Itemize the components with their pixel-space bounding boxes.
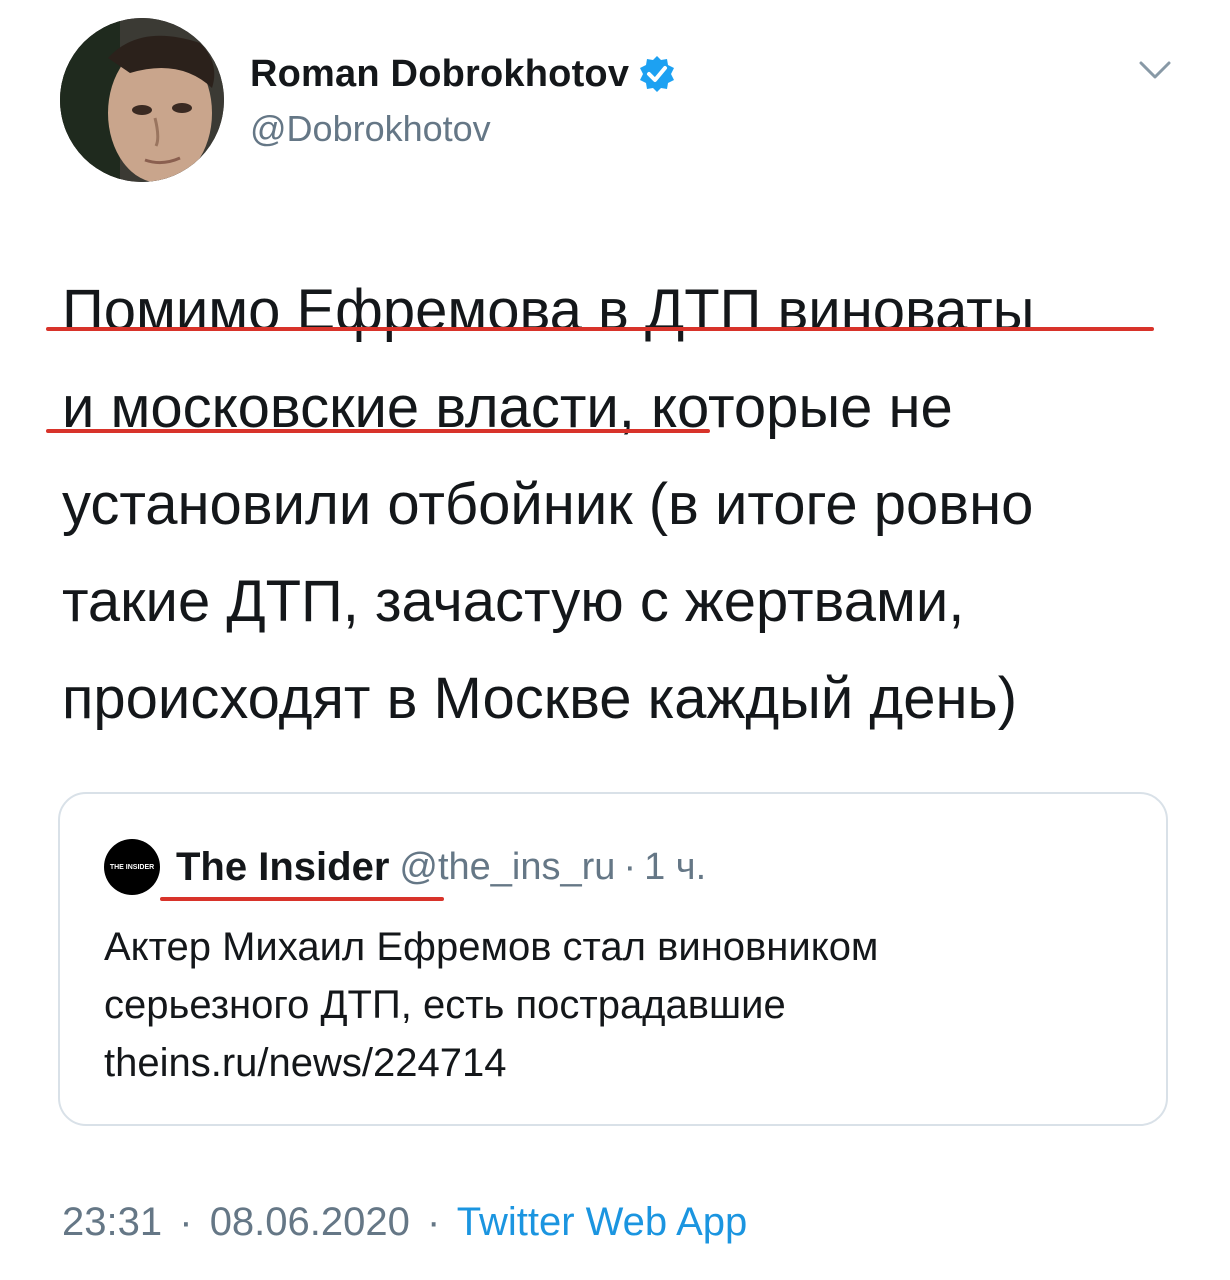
tweet-text: Помимо Ефремова в ДТП виноваты и московс… <box>62 262 1192 747</box>
quoted-tweet-card[interactable]: THE INSIDER The Insider @the_ins_ru · 1 … <box>58 792 1168 1126</box>
tweet-footer: 23:31 · 08.06.2020 · Twitter Web App <box>62 1200 747 1245</box>
meta-separator: · <box>427 1200 441 1244</box>
profile-photo <box>60 18 224 182</box>
tweet-date[interactable]: 08.06.2020 <box>210 1200 410 1244</box>
tweet-line: такие ДТП, зачастую с жертвами, <box>62 569 965 634</box>
quoted-author-avatar: THE INSIDER <box>104 839 160 895</box>
quoted-tweet-line: Актер Михаил Ефремов стал виновником <box>104 925 879 969</box>
avatar[interactable] <box>60 18 224 182</box>
tweet-time[interactable]: 23:31 <box>62 1200 162 1244</box>
author-display-name[interactable]: Roman Dobrokhotov <box>250 53 629 96</box>
tweet-line: и московские власти, которые не <box>62 375 953 440</box>
verified-badge-icon <box>637 54 677 94</box>
tweet-line: происходят в Москве каждый день) <box>62 666 1018 731</box>
annotation-underline <box>46 327 1154 331</box>
tweet-line: установили отбойник (в итоге ровно <box>62 472 1034 537</box>
quoted-tweet-text: Актер Михаил Ефремов стал виновником сер… <box>104 918 1124 1092</box>
quoted-author-handle: @the_ins_ru <box>399 845 616 888</box>
meta-separator: · <box>179 1200 193 1244</box>
meta-separator: · <box>623 845 637 888</box>
author-name-row: Roman Dobrokhotov <box>250 50 677 98</box>
quoted-tweet-time: 1 ч. <box>644 845 707 888</box>
chevron-down-icon[interactable] <box>1135 55 1175 85</box>
tweet-line: Помимо Ефремова в ДТП виноваты <box>62 278 1035 343</box>
quoted-tweet-header: THE INSIDER The Insider @the_ins_ru · 1 … <box>104 839 707 895</box>
annotation-underline <box>160 897 444 901</box>
author-handle[interactable]: @Dobrokhotov <box>250 108 491 150</box>
tweet-source-link[interactable]: Twitter Web App <box>457 1200 748 1244</box>
quoted-tweet-line: серьезного ДТП, есть пострадавшие <box>104 983 786 1027</box>
annotation-underline <box>46 429 710 433</box>
quoted-author-name: The Insider <box>176 844 390 889</box>
quoted-tweet-link: theins.ru/news/224714 <box>104 1041 507 1085</box>
